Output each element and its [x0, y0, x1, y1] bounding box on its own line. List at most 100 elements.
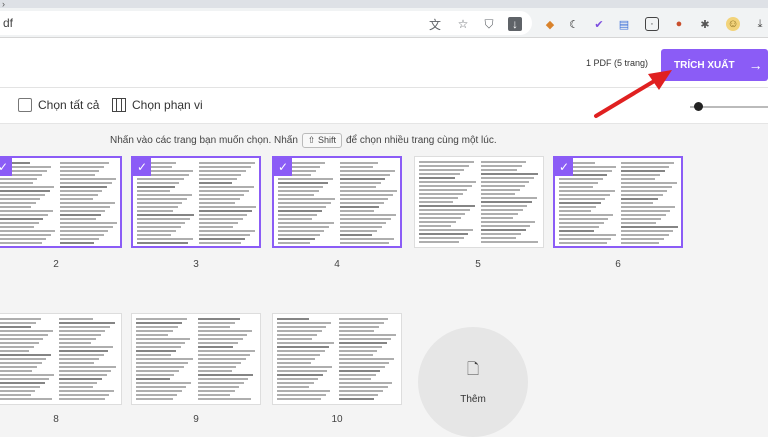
page-thumbnail[interactable] [0, 313, 122, 405]
text-line [621, 222, 657, 224]
range-icon [112, 98, 126, 112]
address-bar[interactable]: df 文 ☆ ⛉ ↓ [0, 11, 532, 35]
download-icon[interactable]: ↓ [508, 17, 522, 31]
page-number: 3 [193, 259, 199, 270]
star-icon[interactable]: ☆ [456, 17, 470, 31]
text-line [59, 358, 100, 360]
text-line [340, 230, 378, 232]
translate-icon[interactable]: 文 [428, 17, 442, 32]
text-line [339, 326, 380, 328]
text-line [0, 390, 36, 392]
text-line [60, 226, 113, 228]
text-line [137, 194, 192, 196]
text-line [198, 362, 241, 364]
tab-stub[interactable]: › [0, 0, 5, 9]
check-extension-icon[interactable]: ✔ [592, 17, 606, 31]
text-line [419, 161, 474, 163]
text-line [0, 370, 33, 372]
text-line [59, 346, 113, 348]
text-line [199, 210, 252, 212]
text-line [59, 326, 111, 328]
add-file-button[interactable]: 🗋 Thêm [418, 327, 528, 437]
text-line [0, 322, 36, 324]
text-line [278, 186, 324, 188]
text-line [59, 362, 95, 364]
text-line [60, 206, 110, 208]
text-line [137, 234, 172, 236]
text-line [199, 178, 237, 180]
moon-icon[interactable]: ☾ [567, 17, 581, 31]
text-line [60, 218, 96, 220]
text-line [278, 214, 317, 216]
text-line [339, 366, 385, 368]
zoom-slider-handle[interactable] [694, 102, 703, 111]
text-line [198, 374, 254, 376]
text-line [340, 234, 373, 236]
text-line [278, 234, 320, 236]
text-line [621, 218, 662, 220]
page-number: 9 [193, 414, 199, 425]
page-text-column [136, 318, 194, 402]
select-range-control[interactable]: Chọn phạn vi [112, 98, 203, 112]
text-line [137, 198, 187, 200]
text-line [340, 162, 378, 164]
text-line [136, 322, 183, 324]
select-range-label: Chọn phạn vi [132, 98, 203, 112]
text-line [0, 194, 45, 196]
colorful-extension-icon[interactable]: ● [672, 17, 686, 31]
text-line [59, 382, 98, 384]
shield-icon[interactable]: ⛉ [482, 17, 496, 31]
page-thumbnail[interactable]: ✓ [272, 156, 402, 248]
text-line [0, 338, 44, 340]
page-thumbnail[interactable]: ✓ [0, 156, 122, 248]
text-line [137, 178, 184, 180]
text-line [621, 242, 660, 244]
text-line [419, 221, 457, 223]
page-thumbnail[interactable] [272, 313, 402, 405]
download-arrow-icon[interactable]: ⤓ [753, 17, 767, 31]
text-line [278, 190, 319, 192]
extract-button[interactable]: TRÍCH XUẤT → [661, 49, 768, 81]
select-all-control[interactable]: Chọn tất cả [18, 98, 99, 112]
text-line [59, 366, 116, 368]
text-line [481, 217, 514, 219]
avatar-icon[interactable]: ☺ [726, 17, 740, 31]
text-line [559, 194, 611, 196]
box-extension-icon[interactable]: · [645, 17, 659, 31]
page-thumbnail[interactable]: ✓ [553, 156, 683, 248]
text-line [0, 238, 47, 240]
puzzle-icon[interactable]: ✱ [698, 17, 712, 31]
text-line [59, 370, 112, 372]
text-line [339, 362, 390, 364]
text-line [59, 390, 115, 392]
document-extension-icon[interactable]: ▤ [617, 17, 631, 31]
text-line [278, 238, 316, 240]
text-line [481, 209, 523, 211]
text-line [0, 210, 53, 212]
text-line [137, 222, 186, 224]
select-all-checkbox[interactable] [18, 98, 32, 112]
page-thumbnail[interactable]: ✓ [131, 156, 261, 248]
page-thumbnail[interactable] [131, 313, 261, 405]
text-line [340, 170, 395, 172]
extension-orange-icon[interactable]: ◆ [543, 17, 557, 31]
text-line [137, 226, 181, 228]
text-line [199, 234, 251, 236]
text-line [559, 202, 601, 204]
text-line [481, 165, 522, 167]
text-line [199, 170, 246, 172]
text-line [0, 222, 39, 224]
text-line [59, 334, 101, 336]
text-line [340, 218, 392, 220]
text-line [136, 318, 188, 320]
text-line [559, 230, 595, 232]
text-line [137, 242, 189, 244]
text-line [0, 226, 34, 228]
page-thumbnail[interactable] [414, 156, 544, 248]
text-line [481, 197, 537, 199]
text-line [0, 386, 40, 388]
text-line [621, 190, 668, 192]
pdf-page-count: 1 PDF (5 trang) [585, 58, 648, 68]
check-icon: ✓ [0, 158, 12, 176]
text-line [481, 205, 528, 207]
